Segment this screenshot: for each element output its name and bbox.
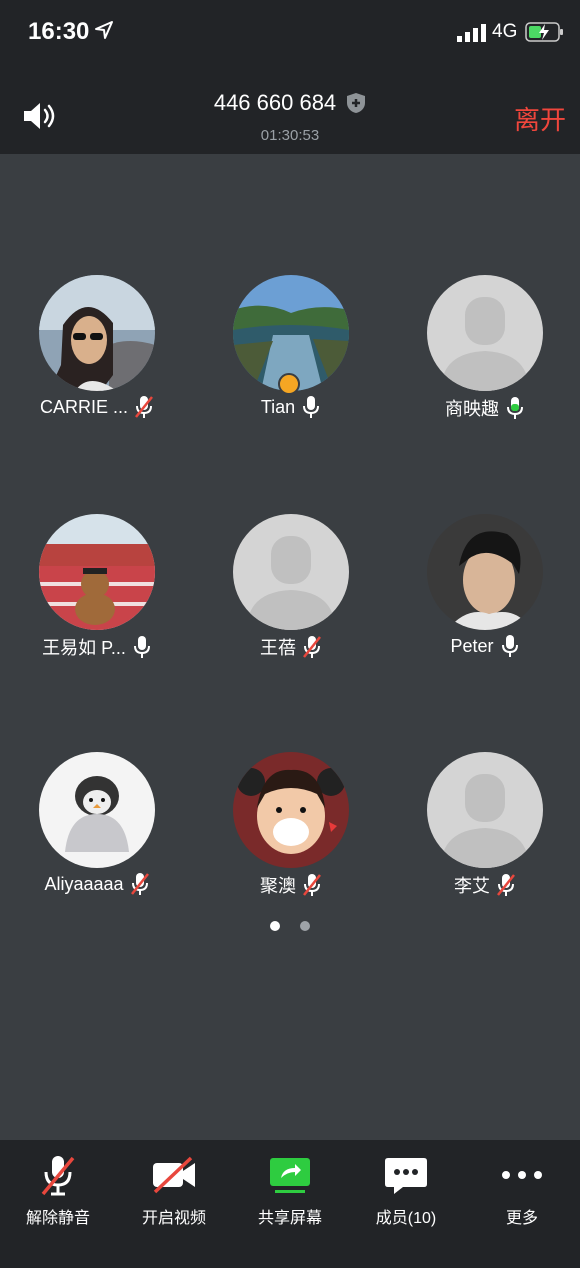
participant-name: 李艾: [454, 876, 490, 896]
meeting-id: 446 660 684: [213, 90, 337, 115]
location-arrow-icon: [95, 21, 113, 39]
avatar: [39, 275, 155, 391]
mic-icon: [501, 635, 518, 657]
mic-muted-icon: [135, 396, 153, 418]
participant-tile[interactable]: Aliyaaaaa: [0, 752, 194, 912]
page-dot[interactable]: [300, 921, 310, 931]
network-type: 4G: [492, 21, 518, 42]
start-video-button[interactable]: 开启视频: [116, 1140, 232, 1268]
signal-bars-icon: [457, 24, 486, 42]
video-off-icon: [153, 1156, 195, 1194]
mic-icon: [303, 396, 320, 418]
chat-bubble-icon: [385, 1158, 427, 1194]
share-screen-icon: [270, 1158, 310, 1193]
participant-tile[interactable]: 王蓓: [194, 514, 388, 674]
participant-tile[interactable]: 商映趣: [388, 275, 580, 435]
members-button[interactable]: 成员(10): [348, 1140, 464, 1268]
unmute-label: 解除静音: [25, 1210, 90, 1227]
participant-tile[interactable]: 王易如 P...: [0, 514, 194, 674]
participant-name: 商映趣: [445, 399, 499, 419]
avatar: [39, 514, 155, 630]
share-screen-button[interactable]: 共享屏幕: [232, 1140, 348, 1268]
participant-name: CARRIE ...: [39, 396, 128, 417]
members-label: 成员(10): [375, 1210, 437, 1227]
bottom-toolbar: 解除静音 开启视频 共享屏幕 成员(10) 更多: [0, 1140, 580, 1268]
participant-tile[interactable]: Peter: [388, 514, 580, 674]
participant-name: Aliyaaaaa: [44, 873, 124, 894]
leave-button[interactable]: 离开: [514, 100, 566, 137]
meeting-timer: 01:30:53: [260, 127, 320, 144]
battery-charging-icon: [525, 22, 563, 42]
mic-muted-icon: [303, 874, 321, 896]
participant-name: 聚澳: [260, 876, 296, 896]
share-label: 共享屏幕: [257, 1210, 322, 1227]
participant-name: 王易如 P...: [42, 638, 126, 658]
avatar-placeholder: [427, 275, 543, 391]
video-label: 开启视频: [141, 1210, 206, 1227]
participant-tile[interactable]: 聚澳: [194, 752, 388, 912]
unmute-button[interactable]: 解除静音: [0, 1140, 116, 1268]
mic-muted-icon: [130, 873, 149, 895]
host-badge-icon: [278, 373, 300, 395]
avatar: [233, 752, 349, 868]
top-bar: 16:30 4G 446 660 684 01:30:53 离开: [0, 0, 580, 154]
more-dots-icon: [502, 1171, 542, 1179]
mic-muted-icon: [303, 636, 321, 658]
participant-tile[interactable]: Tian: [194, 275, 388, 435]
avatar-placeholder: [427, 752, 543, 868]
avatar: [427, 514, 543, 630]
avatar-placeholder: [233, 514, 349, 630]
participant-tile[interactable]: 李艾: [388, 752, 580, 912]
mic-speaking-icon: [507, 397, 523, 419]
status-time: 16:30: [28, 18, 90, 45]
mic-icon: [133, 636, 150, 658]
security-shield-icon: [347, 93, 366, 113]
mic-muted-icon: [497, 874, 515, 896]
avatar: [39, 752, 155, 868]
participant-name: Peter: [450, 635, 494, 656]
participant-name: 王蓓: [260, 638, 296, 658]
status-bar: 16:30 4G: [0, 0, 580, 64]
more-button[interactable]: 更多: [464, 1140, 580, 1268]
meeting-title[interactable]: 446 660 684: [0, 90, 580, 116]
more-label: 更多: [505, 1210, 538, 1227]
meeting-screen: 16:30 4G 446 660 684 01:30:53 离开 CARRIE …: [0, 0, 580, 1268]
mic-muted-icon: [41, 1156, 75, 1196]
page-dot-active[interactable]: [270, 921, 280, 931]
page-indicator[interactable]: [0, 921, 580, 931]
participant-tile[interactable]: CARRIE ...: [0, 275, 194, 435]
participant-name: Tian: [260, 396, 296, 417]
